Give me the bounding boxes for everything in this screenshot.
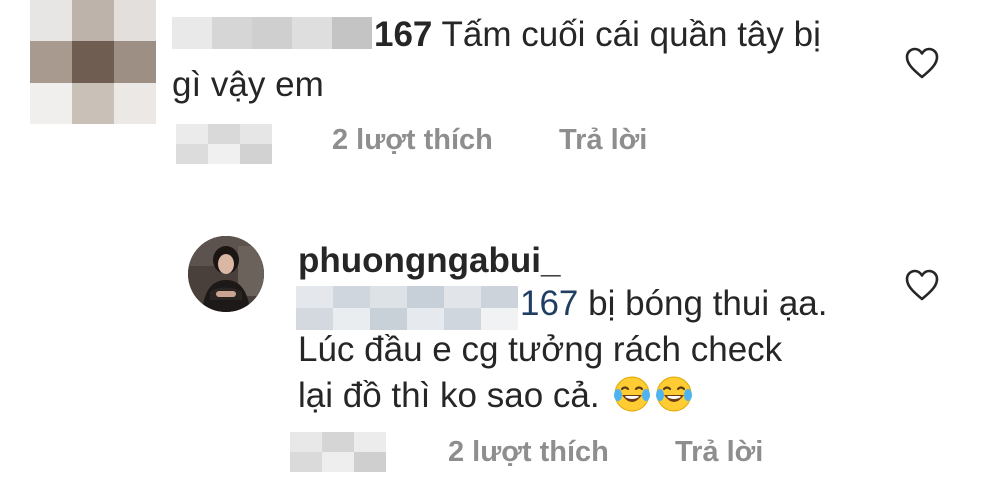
reply-reply-button[interactable]: Trả lời	[675, 436, 763, 469]
comment-text-line2: gì vậy em	[172, 65, 324, 104]
reply-mention-suffix[interactable]: 167	[520, 284, 578, 323]
reply-text-line2: Lúc đầu e cg tưởng rách check	[298, 330, 783, 369]
comment-text-line1: 167 Tấm cuối cái quần tây bị	[374, 12, 821, 57]
reply-author-avatar[interactable]	[188, 236, 264, 312]
reply-like-heart-icon[interactable]	[904, 268, 940, 302]
reply-text-tail: lại đồ thì ko sao cả.	[298, 376, 600, 415]
reply-mention-username-pixelated[interactable]	[296, 286, 518, 330]
reply-text-line3: lại đồ thì ko sao cả.	[298, 373, 693, 418]
reply-username[interactable]: phuongngabui_	[298, 238, 560, 283]
face-with-tears-of-joy-icon	[656, 376, 693, 412]
reply-text-line1: 167 bị bóng thui ạa.	[520, 281, 828, 326]
comment-like-heart-icon[interactable]	[904, 46, 940, 80]
comment-mention-suffix[interactable]: 167	[374, 15, 432, 54]
comment-timestamp-pixelated	[176, 124, 272, 164]
reply-timestamp-pixelated	[290, 432, 386, 472]
reply-likes-count[interactable]: 2 lượt thích	[448, 436, 609, 469]
reply-text: bị bóng thui ạa.	[588, 284, 828, 323]
comment-text: Tấm cuối cái quần tây bị	[441, 15, 821, 54]
commenter-avatar-pixelated[interactable]	[30, 0, 156, 124]
comment-reply-button[interactable]: Trả lời	[559, 124, 647, 157]
commenter-username-pixelated[interactable]	[172, 17, 372, 49]
face-with-tears-of-joy-icon	[614, 376, 651, 412]
comment-likes-count[interactable]: 2 lượt thích	[332, 124, 493, 157]
